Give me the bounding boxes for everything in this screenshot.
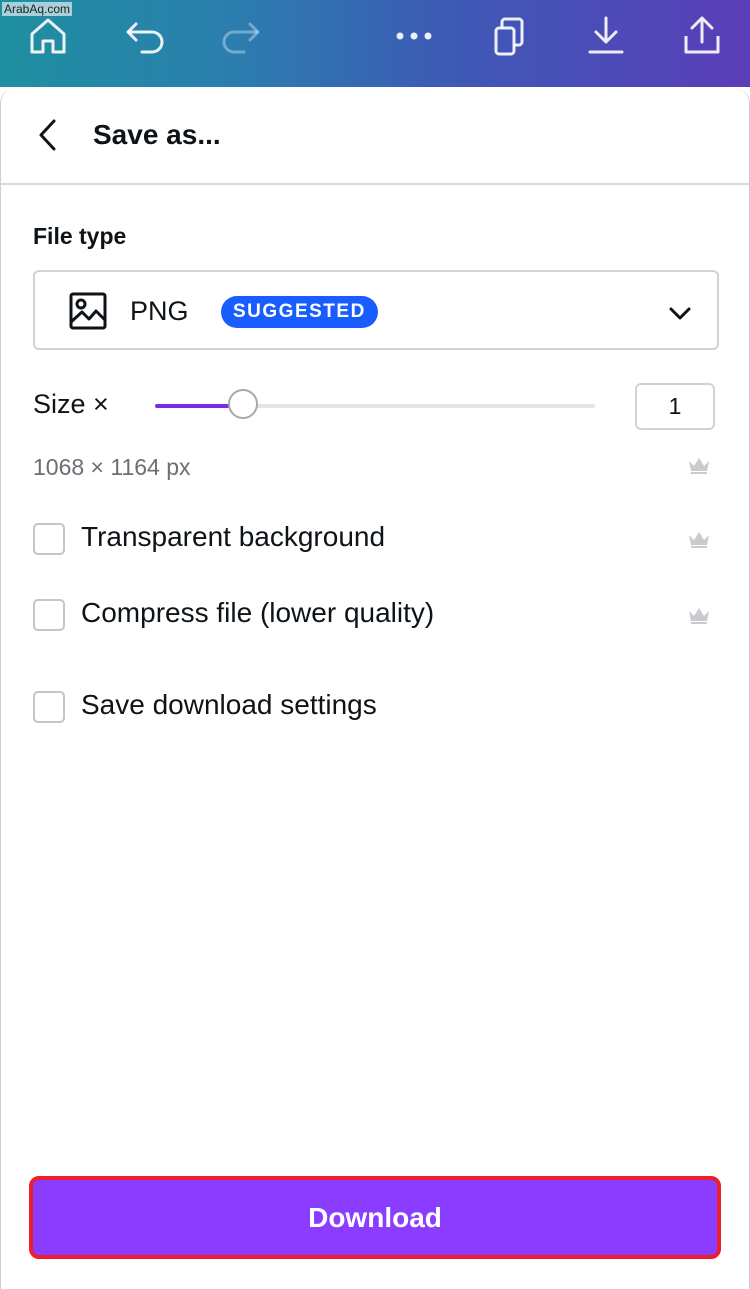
- crown-icon: [689, 458, 709, 474]
- file-type-label: File type: [33, 223, 127, 249]
- option-compress-file[interactable]: Compress file (lower quality): [33, 597, 673, 637]
- file-type-value: PNG: [130, 296, 189, 326]
- size-slider-thumb[interactable]: [228, 389, 258, 419]
- share-icon[interactable]: [680, 14, 724, 58]
- crown-icon: [689, 608, 709, 624]
- duplicate-icon[interactable]: [488, 14, 532, 58]
- top-toolbar: [0, 0, 750, 87]
- crown-icon: [689, 532, 709, 548]
- watermark: ArabAq.com: [2, 2, 73, 16]
- compress-file-label: Compress file (lower quality): [81, 597, 435, 628]
- download-button[interactable]: Download: [29, 1176, 721, 1259]
- option-transparent-background[interactable]: Transparent background: [33, 521, 673, 561]
- option-save-download-settings[interactable]: Save download settings: [33, 689, 673, 729]
- download-icon[interactable]: [584, 14, 628, 58]
- home-icon[interactable]: [26, 14, 70, 58]
- chevron-down-icon: [669, 307, 691, 320]
- undo-icon[interactable]: [124, 14, 168, 58]
- transparent-background-checkbox[interactable]: [33, 523, 65, 555]
- dimensions-text: 1068 × 1164 px: [33, 454, 191, 480]
- back-button[interactable]: [29, 115, 69, 155]
- suggested-badge: SUGGESTED: [221, 296, 378, 328]
- panel-header: Save as...: [1, 89, 749, 185]
- compress-file-checkbox[interactable]: [33, 599, 65, 631]
- save-download-settings-label: Save download settings: [81, 689, 377, 720]
- chevron-left-icon: [39, 119, 56, 151]
- size-input[interactable]: 1: [635, 383, 715, 430]
- size-label: Size ×: [33, 389, 109, 419]
- image-icon: [69, 292, 107, 330]
- save-download-settings-checkbox[interactable]: [33, 691, 65, 723]
- more-icon[interactable]: [392, 14, 436, 58]
- save-as-panel: Save as... File type PNG SUGGESTED Size …: [0, 89, 750, 1289]
- transparent-background-label: Transparent background: [81, 521, 386, 552]
- file-type-dropdown[interactable]: PNG SUGGESTED: [33, 270, 719, 350]
- panel-title: Save as...: [93, 119, 221, 150]
- size-slider[interactable]: [155, 389, 595, 419]
- redo-icon[interactable]: [218, 14, 262, 58]
